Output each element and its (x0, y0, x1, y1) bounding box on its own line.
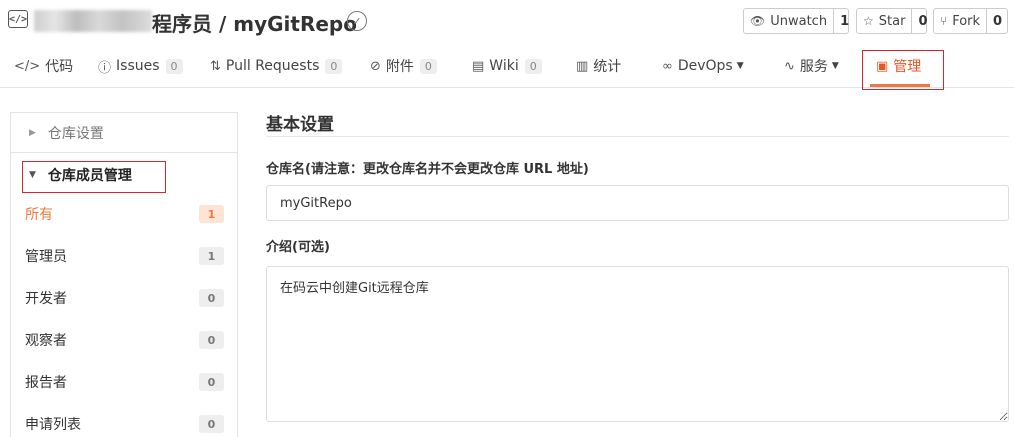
sidebar-member-management[interactable]: ▼ 仓库成员管理 (11, 155, 237, 195)
repo-name-label: 仓库名(请注意：更改仓库名并不会更改仓库 URL 地址) (266, 162, 589, 177)
sidebar-item-applications[interactable]: 申请列表 0 (11, 403, 237, 437)
code-repo-icon: </> (8, 10, 28, 28)
code-icon: </> (14, 58, 41, 74)
sidebar-item-observers[interactable]: 观察者 0 (11, 319, 237, 361)
sidebar-heading-label: 仓库设置 (47, 125, 104, 142)
redacted-owner-name (34, 10, 152, 32)
fork-count[interactable]: 0 (987, 9, 1008, 33)
eye-icon: 👁 (750, 14, 766, 28)
sidebar-item-developers[interactable]: 开发者 0 (11, 277, 237, 319)
sidebar-item-label: 观察者 (25, 333, 67, 349)
manage-icon: ▣ (876, 58, 889, 74)
sidebar-item-label: 报告者 (25, 375, 67, 391)
tab-count: 0 (165, 58, 183, 74)
description-textarea[interactable]: 在码云中创建Git远程仓库 (266, 266, 1009, 422)
fork-label: Fork (952, 13, 981, 29)
caret-down-icon: ▼ (831, 61, 839, 71)
tab-count: 0 (419, 58, 437, 74)
fork-icon: ⑂ (940, 14, 948, 28)
bar-chart-icon: ▥ (576, 58, 589, 74)
tab-label: 管理 (893, 59, 922, 75)
sidebar-item-label: 所有 (25, 207, 53, 223)
sidebar-item-count: 1 (199, 205, 224, 223)
sidebar-item-all[interactable]: 所有 1 (11, 193, 237, 235)
tab-label: 附件 (385, 59, 414, 75)
tab-manage[interactable]: ▣ 管理 (876, 44, 921, 88)
sidebar-item-admins[interactable]: 管理员 1 (11, 235, 237, 277)
gitee-badge-icon[interactable]: ✓ (347, 11, 367, 31)
tab-attachments[interactable]: ⊘ 附件 0 (370, 44, 437, 88)
attachment-icon: ⊘ (370, 58, 381, 74)
section-title: 基本设置 (266, 115, 334, 135)
tab-pull-requests[interactable]: ⇅ Pull Requests 0 (210, 44, 343, 88)
tab-devops[interactable]: ∞ DevOps ▼ (662, 44, 744, 88)
caret-down-icon: ▼ (736, 61, 744, 71)
sidebar-item-label: 开发者 (25, 291, 67, 307)
star-icon: ☆ (863, 14, 874, 28)
sidebar-heading-label: 仓库成员管理 (47, 168, 132, 184)
repo-header: </> 程序员 / myGitRepo ✓ 👁 Unwatch 1 ☆ Star 0… (0, 0, 1014, 44)
sidebar-item-label: 管理员 (25, 249, 67, 265)
fork-button[interactable]: ⑂ Fork 0 (933, 8, 1008, 34)
tab-label: 代码 (45, 59, 74, 75)
sidebar-item-reporters[interactable]: 报告者 0 (11, 361, 237, 403)
sidebar-repo-settings[interactable]: ▶ 仓库设置 (11, 113, 237, 153)
tab-count: 0 (524, 58, 542, 74)
tab-stats[interactable]: ▥ 统计 (576, 44, 621, 88)
star-button[interactable]: ☆ Star 0 (856, 8, 927, 34)
tab-count: 0 (325, 58, 343, 74)
watch-label: Unwatch (770, 13, 828, 29)
tab-issues[interactable]: ⓘ Issues 0 (98, 44, 183, 88)
issue-icon: ⓘ (98, 60, 112, 76)
sidebar-item-label: 申请列表 (25, 417, 81, 433)
active-tab-indicator (870, 84, 930, 87)
caret-right-icon: ▶ (29, 127, 36, 138)
sidebar-item-count: 0 (199, 373, 224, 391)
sidebar-item-count: 0 (199, 415, 224, 433)
infinity-icon: ∞ (662, 58, 673, 74)
repo-title[interactable]: 程序员 / myGitRepo (152, 8, 357, 37)
section-divider (266, 136, 1009, 137)
tab-code[interactable]: </> 代码 (14, 44, 73, 88)
star-count[interactable]: 0 (912, 9, 933, 33)
watch-count[interactable]: 1 (834, 9, 855, 33)
repo-name-input[interactable] (266, 185, 1009, 221)
repo-tabs: </> 代码 ⓘ Issues 0 ⇅ Pull Requests 0 ⊘ 附件 0 ▤ Wik… (0, 44, 1014, 88)
pull-request-icon: ⇅ (210, 58, 221, 74)
tab-label: DevOps (677, 58, 733, 74)
caret-down-icon: ▼ (29, 170, 36, 180)
pulse-icon: ∿ (784, 58, 795, 74)
tab-wiki[interactable]: ▤ Wiki 0 (472, 44, 542, 88)
description-label: 介绍(可选) (266, 240, 330, 255)
sidebar-item-count: 0 (199, 289, 224, 307)
tab-label: Wiki (489, 58, 519, 74)
wiki-icon: ▤ (472, 58, 485, 74)
sidebar-item-count: 1 (199, 247, 224, 265)
tab-label: Pull Requests (225, 58, 320, 74)
watch-button[interactable]: 👁 Unwatch 1 (743, 8, 849, 34)
sidebar-item-count: 0 (199, 331, 224, 349)
tab-label: 服务 (799, 59, 828, 75)
tab-label: Issues (116, 58, 160, 74)
settings-sidebar: ▶ 仓库设置 ▼ 仓库成员管理 所有 1 管理员 1 开发者 0 观察者 0 报告者 0 申请… (10, 112, 238, 437)
star-label: Star (878, 13, 906, 29)
tab-services[interactable]: ∿ 服务 ▼ (784, 44, 839, 88)
tab-label: 统计 (593, 59, 622, 75)
